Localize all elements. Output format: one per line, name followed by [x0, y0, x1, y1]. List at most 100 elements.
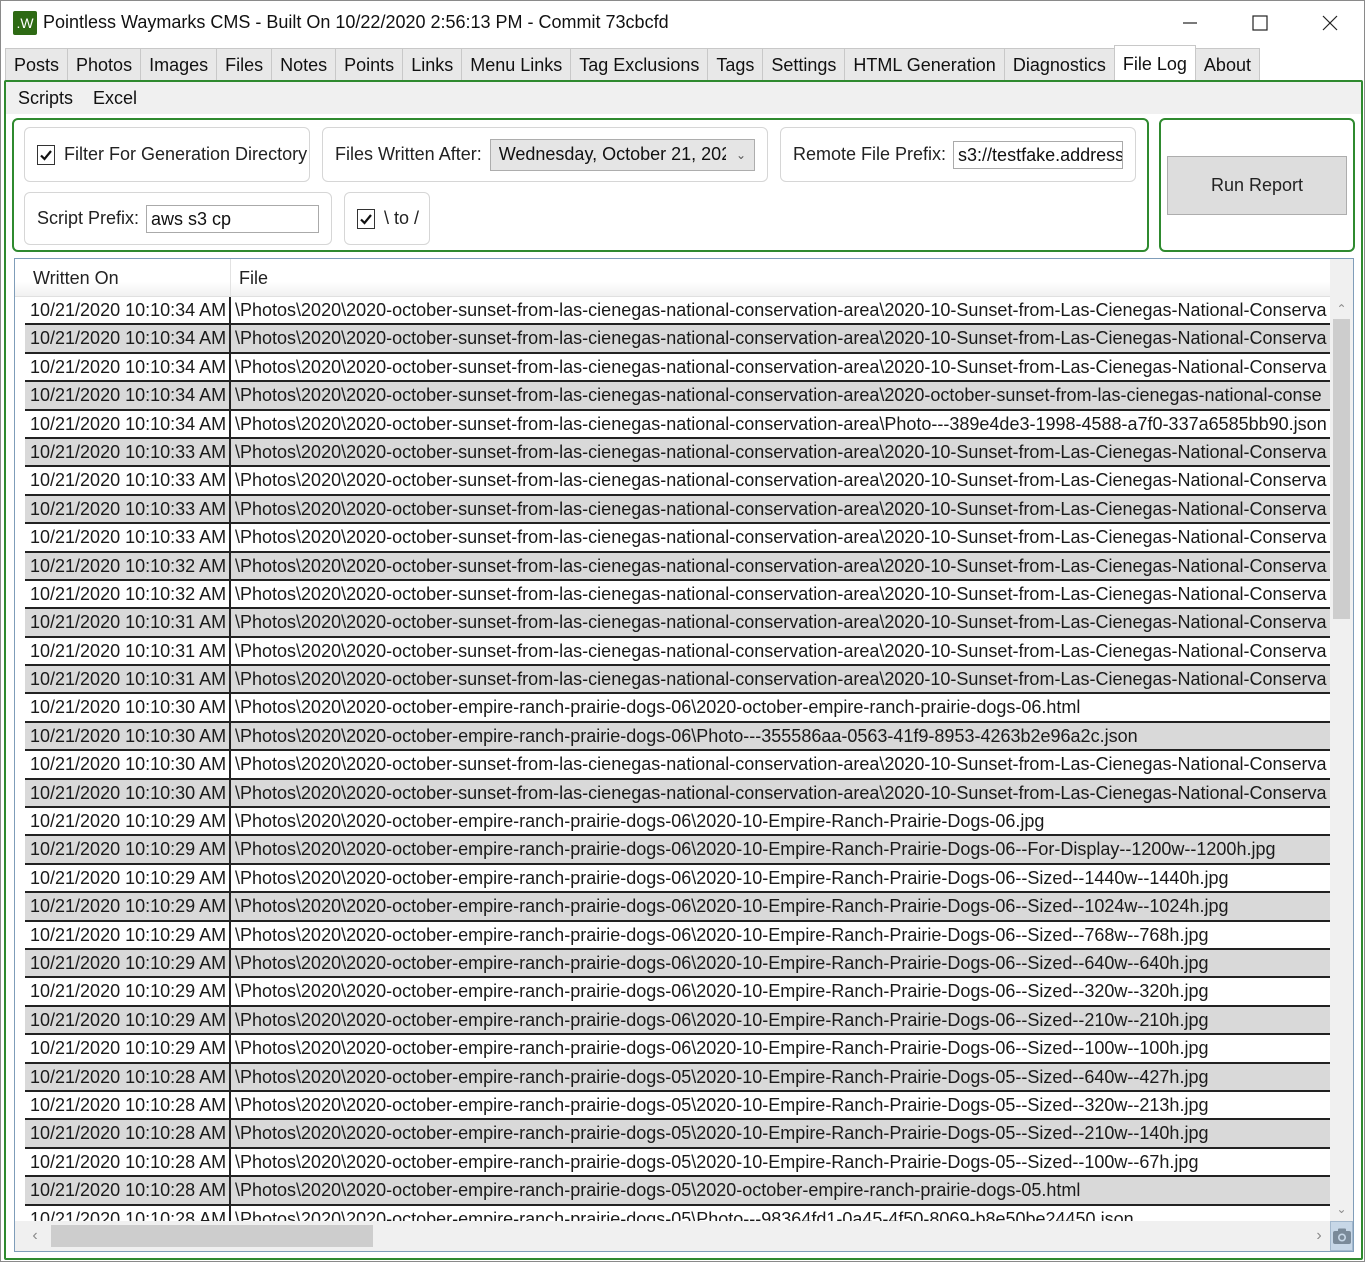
tab-html-generation[interactable]: HTML Generation	[844, 48, 1005, 81]
cell-file: \Photos\2020\2020-october-empire-ranch-p…	[235, 1208, 1134, 1222]
cell-written-on: 10/21/2020 10:10:28 AM	[25, 1148, 231, 1176]
cell-written-on: 10/21/2020 10:10:32 AM	[25, 552, 231, 579]
table-row[interactable]: 10/21/2020 10:10:29 AM \Photos\2020\2020-…	[25, 1035, 1330, 1064]
tab-about[interactable]: About	[1194, 48, 1260, 81]
minimize-button[interactable]	[1167, 7, 1213, 39]
cell-file: \Photos\2020\2020-october-sunset-from-la…	[235, 782, 1327, 803]
menu-scripts[interactable]: Scripts	[16, 88, 83, 109]
table-row[interactable]: 10/21/2020 10:10:28 AM \Photos\2020\2020-…	[25, 1063, 1330, 1092]
table-row[interactable]: 10/21/2020 10:10:28 AM \Photos\2020\2020-…	[25, 1120, 1330, 1149]
cell-written-on: 10/21/2020 10:10:28 AM	[25, 1205, 231, 1221]
cell-file: \Photos\2020\2020-october-sunset-from-la…	[235, 328, 1327, 349]
table-row[interactable]: 10/21/2020 10:10:33 AM \Photos\2020\2020-…	[25, 438, 1330, 468]
cell-file: \Photos\2020\2020-october-sunset-from-la…	[235, 754, 1327, 775]
table-row[interactable]: 10/21/2020 10:10:32 AM \Photos\2020\2020-…	[25, 580, 1330, 610]
script-prefix-card: Script Prefix: aws s3 cp	[24, 192, 332, 245]
close-button[interactable]	[1307, 7, 1353, 39]
cell-file: \Photos\2020\2020-october-sunset-from-la…	[235, 527, 1327, 548]
generation-directory-checkbox[interactable]	[37, 144, 55, 165]
scroll-right-icon[interactable]: ›	[1309, 1221, 1329, 1251]
cell-written-on: 10/21/2020 10:10:34 AM	[25, 410, 231, 437]
scroll-left-icon[interactable]: ‹	[25, 1221, 45, 1251]
table-row[interactable]: 10/21/2020 10:10:33 AM \Photos\2020\2020-…	[25, 524, 1330, 553]
tab-tags[interactable]: Tags	[707, 48, 764, 81]
table-row[interactable]: 10/21/2020 10:10:34 AM \Photos\2020\2020-…	[25, 297, 1330, 326]
table-row[interactable]: 10/21/2020 10:10:30 AM \Photos\2020\2020-…	[25, 751, 1330, 780]
cell-written-on: 10/21/2020 10:10:29 AM	[25, 978, 231, 1005]
tab-files[interactable]: Files	[216, 48, 273, 81]
files-written-after-card: Files Written After: Wednesday, October …	[322, 127, 768, 182]
grid-rows: 10/21/2020 10:10:34 AM \Photos\2020\2020-…	[25, 297, 1330, 1221]
cell-written-on: 10/21/2020 10:10:28 AM	[25, 1120, 231, 1147]
tab-links[interactable]: Links	[402, 48, 463, 81]
minimize-icon	[1183, 22, 1197, 24]
table-row[interactable]: 10/21/2020 10:10:29 AM \Photos\2020\2020-…	[25, 808, 1330, 837]
table-row[interactable]: 10/21/2020 10:10:34 AM \Photos\2020\2020-…	[25, 325, 1330, 354]
table-row[interactable]: 10/21/2020 10:10:34 AM \Photos\2020\2020-…	[25, 410, 1330, 439]
cell-file: \Photos\2020\2020-october-empire-ranch-p…	[235, 924, 1209, 945]
vertical-scrollbar[interactable]: ⌃ ⌄	[1330, 259, 1353, 1221]
table-row[interactable]: 10/21/2020 10:10:29 AM \Photos\2020\2020-…	[25, 864, 1330, 894]
tab-notes[interactable]: Notes	[271, 48, 337, 81]
main-tabs: Posts Photos Images Files Notes Points Links Me…	[5, 45, 1260, 81]
horizontal-scroll-thumb[interactable]	[51, 1225, 373, 1247]
table-row[interactable]: 10/21/2020 10:10:30 AM \Photos\2020\2020-…	[25, 779, 1330, 809]
cell-file: \Photos\2020\2020-october-empire-ranch-p…	[235, 952, 1209, 973]
maximize-button[interactable]	[1237, 7, 1283, 39]
scroll-up-icon[interactable]: ⌃	[1330, 299, 1353, 319]
table-row[interactable]: 10/21/2020 10:10:29 AM \Photos\2020\2020-…	[25, 949, 1330, 979]
script-prefix-input[interactable]: aws s3 cp	[146, 204, 319, 233]
table-row[interactable]: 10/21/2020 10:10:32 AM \Photos\2020\2020-…	[25, 552, 1330, 581]
horizontal-scrollbar[interactable]: ‹ ›	[15, 1221, 1330, 1251]
table-row[interactable]: 10/21/2020 10:10:34 AM \Photos\2020\2020-…	[25, 382, 1330, 411]
table-row[interactable]: 10/21/2020 10:10:28 AM \Photos\2020\2020-…	[25, 1205, 1330, 1222]
chevron-down-icon: ⌄	[735, 147, 746, 162]
table-row[interactable]: 10/21/2020 10:10:33 AM \Photos\2020\2020-…	[25, 467, 1330, 496]
remote-file-prefix-input[interactable]: s3://testfake.address	[953, 140, 1123, 169]
tab-posts[interactable]: Posts	[5, 48, 69, 81]
files-written-after-datepicker[interactable]: Wednesday, October 21, 202 ⌄	[489, 138, 755, 171]
cell-file: \Photos\2020\2020-october-empire-ranch-p…	[235, 981, 1209, 1002]
tab-photos[interactable]: Photos	[67, 48, 142, 81]
cell-file: \Photos\2020\2020-october-empire-ranch-p…	[235, 1038, 1209, 1059]
screenshot-button[interactable]	[1330, 1221, 1353, 1251]
scroll-down-icon[interactable]: ⌄	[1330, 1199, 1353, 1219]
run-report-button[interactable]: Run Report	[1167, 156, 1347, 215]
table-row[interactable]: 10/21/2020 10:10:29 AM \Photos\2020\2020-…	[25, 836, 1330, 865]
table-row[interactable]: 10/21/2020 10:10:31 AM \Photos\2020\2020-…	[25, 666, 1330, 695]
tab-tag-exclusions[interactable]: Tag Exclusions	[570, 48, 709, 81]
table-row[interactable]: 10/21/2020 10:10:30 AM \Photos\2020\2020-…	[25, 722, 1330, 752]
table-row[interactable]: 10/21/2020 10:10:28 AM \Photos\2020\2020-…	[25, 1148, 1330, 1178]
cell-written-on: 10/21/2020 10:10:34 AM	[25, 353, 231, 381]
table-row[interactable]: 10/21/2020 10:10:29 AM \Photos\2020\2020-…	[25, 893, 1330, 922]
column-header-file[interactable]: File	[231, 259, 1330, 297]
column-header-written-on[interactable]: Written On	[25, 259, 231, 297]
table-row[interactable]: 10/21/2020 10:10:34 AM \Photos\2020\2020-…	[25, 353, 1330, 383]
cell-file: \Photos\2020\2020-october-empire-ranch-p…	[235, 811, 1045, 832]
table-row[interactable]: 10/21/2020 10:10:29 AM \Photos\2020\2020-…	[25, 978, 1330, 1007]
cell-file: \Photos\2020\2020-october-empire-ranch-p…	[235, 839, 1276, 860]
table-row[interactable]: 10/21/2020 10:10:29 AM \Photos\2020\2020-…	[25, 921, 1330, 950]
table-row[interactable]: 10/21/2020 10:10:33 AM \Photos\2020\2020-…	[25, 495, 1330, 525]
tab-points[interactable]: Points	[335, 48, 404, 81]
grid-header: Written On File	[15, 259, 1330, 297]
cell-written-on: 10/21/2020 10:10:29 AM	[25, 921, 231, 948]
vertical-scroll-thumb[interactable]	[1333, 319, 1350, 619]
table-row[interactable]: 10/21/2020 10:10:30 AM \Photos\2020\2020-…	[25, 694, 1330, 723]
tab-menu-links[interactable]: Menu Links	[461, 48, 572, 81]
menu-excel[interactable]: Excel	[91, 88, 147, 109]
tab-diagnostics[interactable]: Diagnostics	[1003, 48, 1115, 81]
table-row[interactable]: 10/21/2020 10:10:31 AM \Photos\2020\2020-…	[25, 637, 1330, 667]
cell-file: \Photos\2020\2020-october-sunset-from-la…	[235, 583, 1327, 604]
tab-file-log[interactable]: File Log	[1113, 45, 1196, 80]
cell-file: \Photos\2020\2020-october-empire-ranch-p…	[235, 1009, 1209, 1030]
tab-images[interactable]: Images	[140, 48, 218, 81]
remote-file-prefix-card: Remote File Prefix: s3://testfake.addres…	[780, 127, 1136, 182]
tab-settings[interactable]: Settings	[762, 48, 846, 81]
table-row[interactable]: 10/21/2020 10:10:28 AM \Photos\2020\2020-…	[25, 1091, 1330, 1121]
table-row[interactable]: 10/21/2020 10:10:28 AM \Photos\2020\2020-…	[25, 1177, 1330, 1206]
cell-file: \Photos\2020\2020-october-empire-ranch-p…	[235, 1151, 1199, 1172]
table-row[interactable]: 10/21/2020 10:10:29 AM \Photos\2020\2020-…	[25, 1006, 1330, 1036]
slash-convert-checkbox[interactable]	[357, 208, 375, 229]
table-row[interactable]: 10/21/2020 10:10:31 AM \Photos\2020\2020-…	[25, 609, 1330, 638]
